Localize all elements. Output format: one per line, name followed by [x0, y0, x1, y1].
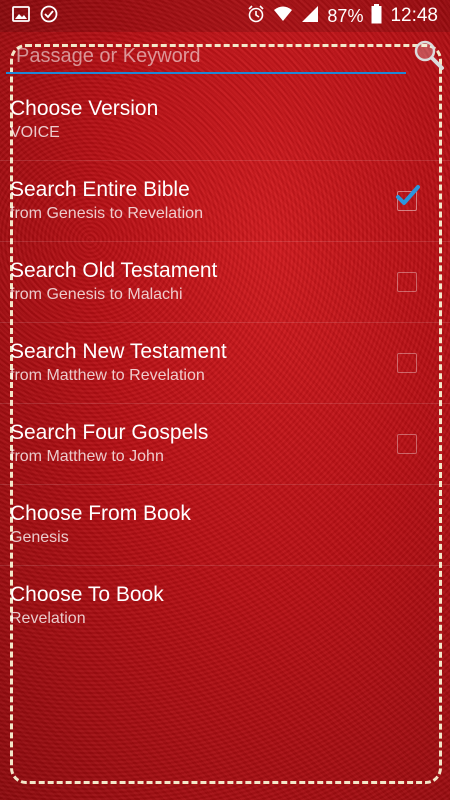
row-title: Choose To Book	[10, 583, 164, 606]
clock-time: 12:48	[390, 5, 438, 26]
search-input[interactable]	[6, 40, 406, 74]
search-four-gospels-row[interactable]: Search Four Gospels from Matthew to John	[0, 404, 450, 485]
row-subtitle: VOICE	[10, 124, 60, 141]
new-testament-checkbox[interactable]	[397, 353, 417, 373]
search-button[interactable]	[412, 38, 446, 72]
image-icon	[12, 5, 30, 28]
choose-version-row[interactable]: Choose Version VOICE	[0, 80, 450, 161]
search-icon	[412, 40, 446, 76]
status-left-icons	[12, 5, 58, 28]
row-subtitle: from Matthew to John	[10, 448, 164, 465]
alarm-icon	[247, 4, 265, 28]
row-title: Choose From Book	[10, 502, 191, 525]
status-right-icons: 87% 12:48	[247, 3, 438, 29]
search-new-testament-row[interactable]: Search New Testament from Matthew to Rev…	[0, 323, 450, 404]
choose-to-book-row[interactable]: Choose To Book Revelation	[0, 566, 450, 647]
row-subtitle: Revelation	[10, 610, 86, 627]
row-subtitle: from Matthew to Revelation	[10, 367, 205, 384]
four-gospels-checkbox[interactable]	[397, 434, 417, 454]
checkmark-icon	[395, 183, 421, 214]
search-old-testament-row[interactable]: Search Old Testament from Genesis to Mal…	[0, 242, 450, 323]
choose-from-book-row[interactable]: Choose From Book Genesis	[0, 485, 450, 566]
search-entire-bible-row[interactable]: Search Entire Bible from Genesis to Reve…	[0, 161, 450, 242]
row-title: Search Old Testament	[10, 259, 218, 282]
row-title: Choose Version	[10, 97, 159, 120]
search-options-list: Choose Version VOICE Search Entire Bible…	[0, 80, 450, 647]
search-bar	[0, 34, 450, 80]
row-subtitle: Genesis	[10, 529, 69, 546]
wifi-icon	[273, 5, 293, 28]
row-title: Search Entire Bible	[10, 178, 190, 201]
old-testament-checkbox[interactable]	[397, 272, 417, 292]
check-circle-icon	[40, 5, 58, 28]
row-subtitle: from Genesis to Revelation	[10, 205, 203, 222]
battery-icon	[371, 3, 382, 29]
status-bar: 87% 12:48	[0, 0, 450, 32]
battery-percent: 87%	[327, 5, 364, 26]
row-subtitle: from Genesis to Malachi	[10, 286, 183, 303]
entire-bible-checkbox[interactable]	[396, 185, 420, 211]
row-title: Search New Testament	[10, 340, 227, 363]
signal-icon	[301, 5, 319, 28]
row-title: Search Four Gospels	[10, 421, 209, 444]
